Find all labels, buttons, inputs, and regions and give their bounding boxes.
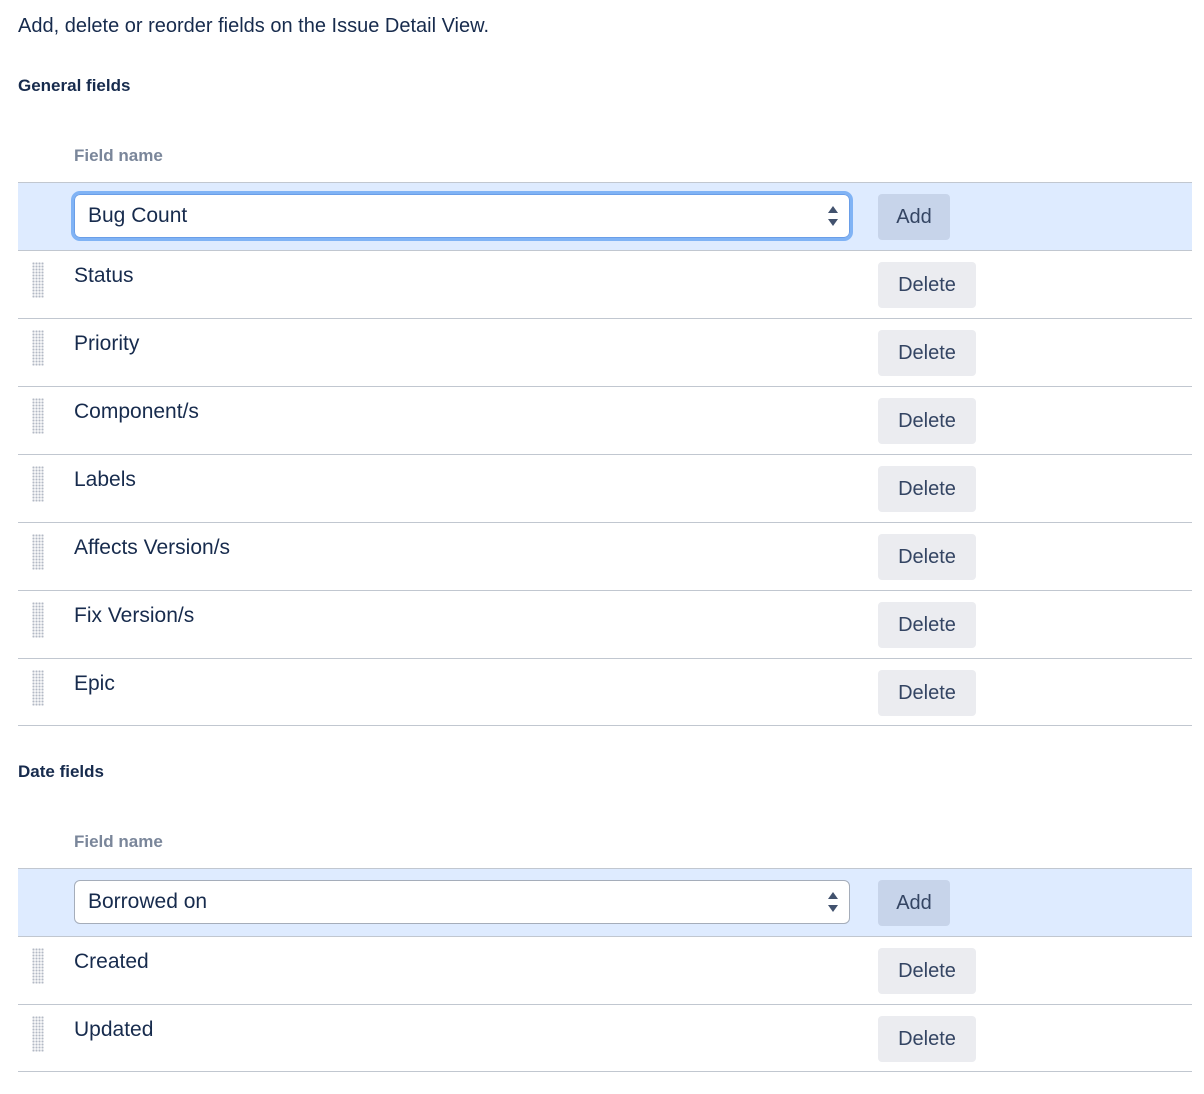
field-label: Affects Version/s [74,536,231,559]
field-row: Fix Version/s Delete [18,590,1192,658]
field-row: Created Delete [18,936,1192,1004]
field-label: Status [74,264,134,287]
field-row: Updated Delete [18,1004,1192,1072]
field-label: Updated [74,1018,154,1041]
field-select-value: Bug Count [88,204,188,227]
drag-handle-icon[interactable] [32,948,44,984]
delete-button[interactable]: Delete [878,466,976,512]
delete-button[interactable]: Delete [878,670,976,716]
field-select[interactable]: Bug Count [71,191,853,241]
field-select[interactable]: Borrowed on [74,880,850,924]
field-row: Labels Delete [18,454,1192,522]
field-label: Created [74,950,149,973]
page-description: Add, delete or reorder fields on the Iss… [18,15,490,37]
section-title-general: General fields [18,76,131,95]
delete-button[interactable]: Delete [878,948,976,994]
add-field-row: Borrowed on Add [18,868,1192,936]
column-header-field-name: Field name [74,832,163,851]
general-fields-table: Bug Count Add Status Delete Priority Del… [18,182,1192,726]
field-row: Priority Delete [18,318,1192,386]
date-fields-table: Borrowed on Add Created Delete Updated D… [18,868,1192,1072]
field-row: Affects Version/s Delete [18,522,1192,590]
drag-handle-icon[interactable] [32,1016,44,1052]
add-field-row: Bug Count Add [18,182,1192,250]
drag-handle-icon[interactable] [32,330,44,366]
add-button[interactable]: Add [878,194,950,240]
field-row: Status Delete [18,250,1192,318]
delete-button[interactable]: Delete [878,602,976,648]
up-down-arrows-icon [828,892,838,912]
drag-handle-icon[interactable] [32,398,44,434]
field-select-value: Borrowed on [88,890,208,913]
field-row: Epic Delete [18,658,1192,726]
column-header-field-name: Field name [74,146,163,165]
section-title-date: Date fields [18,762,104,781]
field-row: Component/s Delete [18,386,1192,454]
field-label: Priority [74,332,140,355]
field-label: Epic [74,672,115,695]
drag-handle-icon[interactable] [32,670,44,706]
field-label: Fix Version/s [74,604,195,627]
drag-handle-icon[interactable] [32,534,44,570]
delete-button[interactable]: Delete [878,1016,976,1062]
delete-button[interactable]: Delete [878,262,976,308]
delete-button[interactable]: Delete [878,330,976,376]
up-down-arrows-icon [828,206,838,226]
field-label: Component/s [74,400,199,423]
drag-handle-icon[interactable] [32,262,44,298]
field-label: Labels [74,468,136,491]
add-button[interactable]: Add [878,880,950,926]
drag-handle-icon[interactable] [32,602,44,638]
delete-button[interactable]: Delete [878,398,976,444]
drag-handle-icon[interactable] [32,466,44,502]
delete-button[interactable]: Delete [878,534,976,580]
